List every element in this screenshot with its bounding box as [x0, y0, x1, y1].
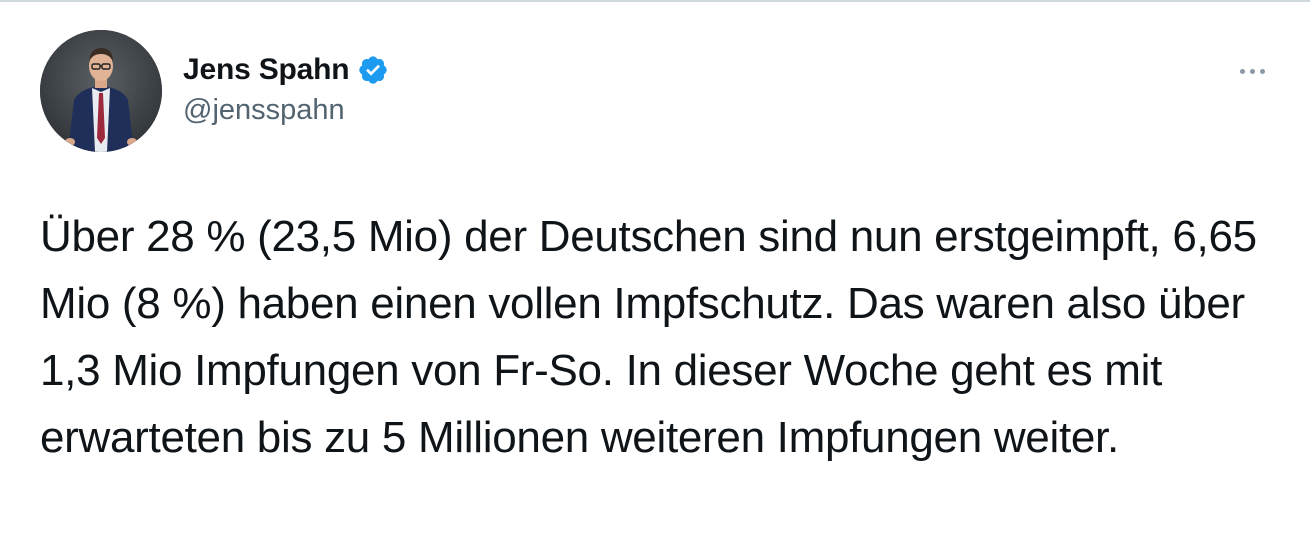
avatar[interactable] — [40, 30, 162, 152]
avatar-photo — [40, 30, 162, 152]
more-horizontal-icon-dot — [1259, 68, 1265, 74]
tweet-text: Über 28 % (23,5 Mio) der Deutschen sind … — [40, 212, 1257, 462]
author-handle[interactable]: @jensspahn — [183, 94, 389, 127]
author-display-name[interactable]: Jens Spahn — [183, 53, 350, 87]
author-name-row: Jens Spahn — [183, 50, 389, 90]
tweet-card: Jens Spahn @jensspahn Über 28 % (23,5 Mi… — [0, 0, 1310, 551]
more-horizontal-icon-dot — [1239, 68, 1245, 74]
author-block: Jens Spahn @jensspahn — [183, 50, 389, 127]
more-options-button[interactable] — [1232, 58, 1272, 84]
verified-badge-icon — [357, 54, 389, 86]
more-horizontal-icon-dot — [1249, 68, 1255, 74]
